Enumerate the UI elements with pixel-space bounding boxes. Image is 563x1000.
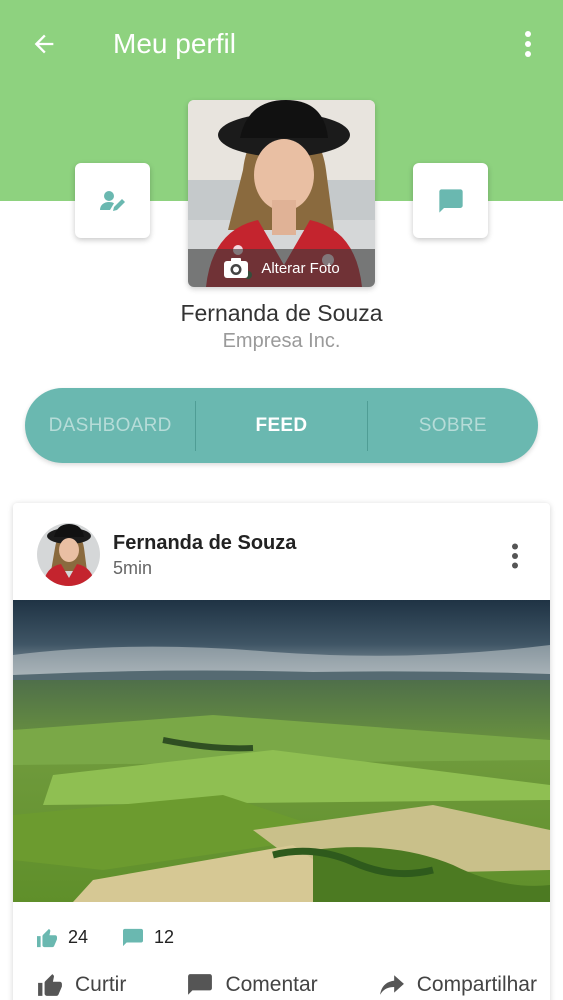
post-actions: Curtir Comentar Compartilhar bbox=[37, 973, 537, 997]
message-icon bbox=[438, 188, 463, 213]
change-photo-button[interactable]: Alterar Foto bbox=[188, 249, 375, 287]
edit-user-icon bbox=[99, 190, 125, 211]
profile-name: Fernanda de Souza bbox=[180, 300, 383, 326]
tab-sobre[interactable]: SOBRE bbox=[368, 415, 538, 437]
feed-post-card: Fernanda de Souza 5min 24 12 Curtir Come… bbox=[13, 503, 550, 1000]
tab-feed[interactable]: FEED bbox=[196, 415, 366, 437]
like-button[interactable]: Curtir bbox=[37, 973, 126, 997]
profile-photo[interactable]: Alterar Foto bbox=[188, 100, 375, 287]
edit-profile-button[interactable] bbox=[75, 163, 150, 238]
more-options-button[interactable] bbox=[510, 24, 546, 64]
change-photo-label: Alterar Foto bbox=[261, 259, 340, 277]
likes-count: 24 bbox=[68, 927, 89, 947]
profile-tabs: DASHBOARD FEED SOBRE bbox=[25, 388, 538, 463]
comment-button[interactable]: Comentar bbox=[187, 973, 318, 997]
more-vertical-icon bbox=[512, 543, 518, 569]
avatar-image bbox=[37, 523, 100, 586]
comment-icon bbox=[188, 974, 213, 995]
comment-icon bbox=[123, 928, 144, 946]
thumb-up-icon bbox=[37, 928, 57, 947]
likes-count-group[interactable]: 24 bbox=[36, 927, 88, 948]
back-button[interactable] bbox=[22, 24, 66, 64]
send-message-button[interactable] bbox=[413, 163, 488, 238]
arrow-left-icon bbox=[34, 34, 54, 54]
camera-icon bbox=[224, 258, 249, 278]
post-image[interactable] bbox=[13, 600, 550, 902]
share-icon bbox=[379, 975, 404, 995]
share-button[interactable]: Compartilhar bbox=[379, 973, 537, 997]
tab-dashboard[interactable]: DASHBOARD bbox=[25, 415, 195, 437]
landscape-image bbox=[13, 600, 550, 902]
like-label: Curtir bbox=[75, 973, 127, 996]
comments-count-group[interactable]: 12 bbox=[122, 927, 174, 948]
post-author: Fernanda de Souza bbox=[113, 532, 297, 554]
more-vertical-icon bbox=[525, 31, 531, 57]
profile-company: Empresa Inc. bbox=[222, 330, 341, 352]
page-title: Meu perfil bbox=[113, 28, 236, 59]
post-stats: 24 12 bbox=[36, 927, 208, 948]
post-time: 5min bbox=[113, 558, 153, 578]
comment-label: Comentar bbox=[225, 973, 318, 996]
post-options-button[interactable] bbox=[503, 539, 527, 573]
avatar[interactable] bbox=[37, 523, 100, 586]
comments-count: 12 bbox=[154, 927, 175, 947]
share-label: Compartilhar bbox=[416, 973, 537, 996]
thumb-up-icon bbox=[38, 974, 62, 996]
